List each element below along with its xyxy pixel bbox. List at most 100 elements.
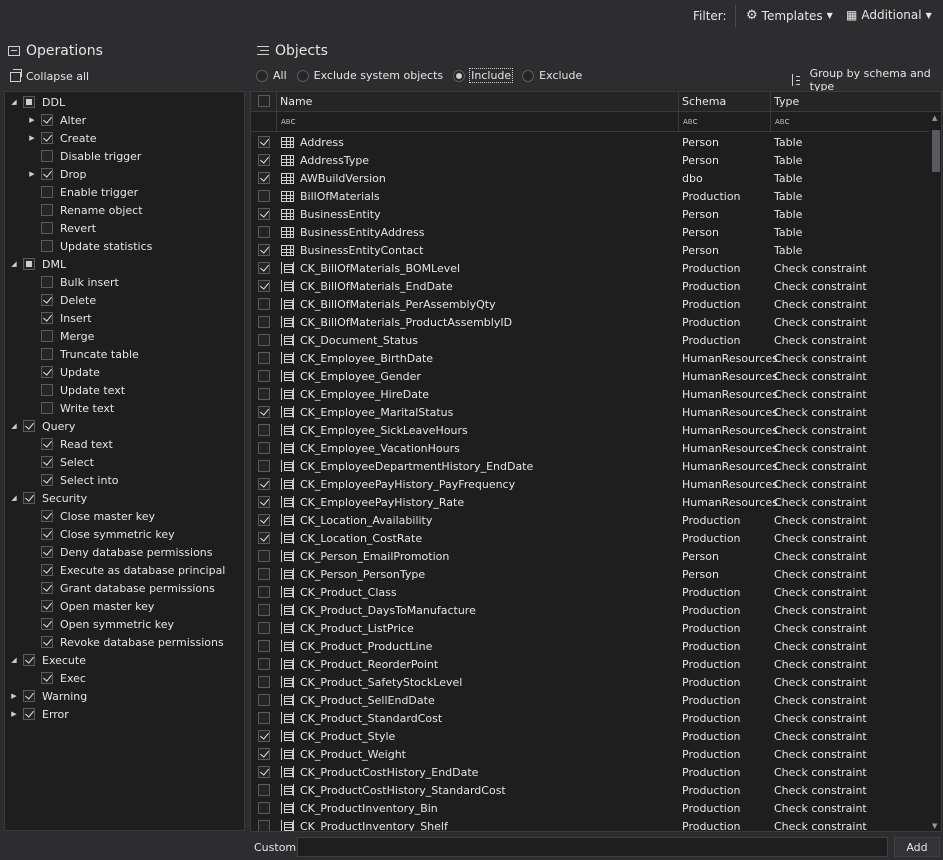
- tree-node[interactable]: Read text: [27, 435, 113, 453]
- tree-checkbox[interactable]: [41, 240, 53, 252]
- row-checkbox[interactable]: [258, 586, 270, 598]
- table-row[interactable]: CK_EmployeePayHistory_Rate HumanResources…: [251, 493, 929, 511]
- row-checkbox[interactable]: [258, 424, 270, 436]
- table-row[interactable]: CK_ProductInventory_Shelf Production Check…: [251, 817, 929, 831]
- table-row[interactable]: CK_Product_ListPrice Production Check cons…: [251, 619, 929, 637]
- tree-checkbox[interactable]: [41, 114, 53, 126]
- tree-checkbox[interactable]: [23, 708, 35, 720]
- row-checkbox[interactable]: [258, 388, 270, 400]
- row-checkbox[interactable]: [258, 406, 270, 418]
- select-all-checkbox[interactable]: [258, 95, 270, 107]
- table-row[interactable]: AWBuildVersion dbo Table: [251, 169, 929, 187]
- table-row[interactable]: CK_BillOfMaterials_BOMLevel Production Che…: [251, 259, 929, 277]
- row-checkbox[interactable]: [258, 730, 270, 742]
- table-row[interactable]: BusinessEntityContact Person Table: [251, 241, 929, 259]
- tree-node[interactable]: Update statistics: [27, 237, 152, 255]
- row-checkbox[interactable]: [258, 298, 270, 310]
- row-checkbox[interactable]: [258, 550, 270, 562]
- name-filter-icon[interactable]: ABC: [281, 112, 296, 131]
- row-checkbox[interactable]: [258, 442, 270, 454]
- tree-checkbox[interactable]: [41, 366, 53, 378]
- tree-checkbox[interactable]: [41, 168, 53, 180]
- row-checkbox[interactable]: [258, 514, 270, 526]
- tree-node[interactable]: Open master key: [27, 597, 154, 615]
- tree-node[interactable]: ◢ Execute: [9, 651, 86, 669]
- tree-node[interactable]: ▶ Warning: [9, 687, 87, 705]
- tree-checkbox[interactable]: [41, 528, 53, 540]
- table-row[interactable]: CK_Document_Status Production Check constr…: [251, 331, 929, 349]
- tree-node[interactable]: Rename object: [27, 201, 143, 219]
- tree-node[interactable]: Update text: [27, 381, 125, 399]
- tree-node[interactable]: Close symmetric key: [27, 525, 175, 543]
- table-row[interactable]: CK_BillOfMaterials_PerAssemblyQty Product…: [251, 295, 929, 313]
- tree-checkbox[interactable]: [23, 492, 35, 504]
- table-row[interactable]: CK_Employee_VacationHours HumanResources C…: [251, 439, 929, 457]
- tree-checkbox[interactable]: [41, 600, 53, 612]
- table-row[interactable]: CK_BillOfMaterials_ProductAssemblyID Prod…: [251, 313, 929, 331]
- table-row[interactable]: CK_Person_PersonType Person Check constrai…: [251, 565, 929, 583]
- tree-node[interactable]: Select: [27, 453, 94, 471]
- tree-checkbox[interactable]: [41, 294, 53, 306]
- tree-node[interactable]: Write text: [27, 399, 114, 417]
- expand-open-icon[interactable]: ◢: [9, 656, 19, 664]
- row-checkbox[interactable]: [258, 226, 270, 238]
- row-checkbox[interactable]: [258, 784, 270, 796]
- expand-open-icon[interactable]: ◢: [9, 260, 19, 268]
- expand-closed-icon[interactable]: ▶: [27, 170, 37, 178]
- row-checkbox[interactable]: [258, 316, 270, 328]
- table-row[interactable]: CK_Product_ProductLine Production Check co…: [251, 637, 929, 655]
- tree-node[interactable]: Select into: [27, 471, 119, 489]
- tree-checkbox[interactable]: [41, 348, 53, 360]
- tree-checkbox[interactable]: [41, 474, 53, 486]
- scroll-down-icon[interactable]: ▼: [932, 822, 937, 830]
- group-by-button[interactable]: Group by schema and type: [792, 67, 943, 93]
- table-row[interactable]: CK_Location_Availability Production Check …: [251, 511, 929, 529]
- scope-radio[interactable]: Exclude: [522, 69, 582, 82]
- radio-button[interactable]: [296, 69, 309, 82]
- table-row[interactable]: CK_Employee_SickLeaveHours HumanResources…: [251, 421, 929, 439]
- tree-node[interactable]: Merge: [27, 327, 94, 345]
- table-row[interactable]: CK_EmployeePayHistory_PayFrequency HumanR…: [251, 475, 929, 493]
- tree-node[interactable]: Revert: [27, 219, 96, 237]
- tree-node[interactable]: ▶ Error: [9, 705, 69, 723]
- row-checkbox[interactable]: [258, 208, 270, 220]
- table-row[interactable]: CK_Product_Class Production Check constrai…: [251, 583, 929, 601]
- table-row[interactable]: CK_Product_SellEndDate Production Check co…: [251, 691, 929, 709]
- expand-closed-icon[interactable]: ▶: [9, 710, 19, 718]
- tree-checkbox[interactable]: [41, 132, 53, 144]
- row-checkbox[interactable]: [258, 532, 270, 544]
- tree-checkbox[interactable]: [41, 438, 53, 450]
- radio-button[interactable]: [522, 69, 535, 82]
- scope-radio[interactable]: Exclude system objects: [296, 69, 443, 82]
- schema-filter-icon[interactable]: ABC: [683, 112, 698, 131]
- row-checkbox[interactable]: [258, 496, 270, 508]
- row-checkbox[interactable]: [258, 712, 270, 724]
- tree-node[interactable]: ▶ Create: [27, 129, 96, 147]
- tree-node[interactable]: Execute as database principal: [27, 561, 225, 579]
- table-row[interactable]: CK_Employee_HireDate HumanResources Check …: [251, 385, 929, 403]
- table-row[interactable]: CK_Product_Style Production Check constrai…: [251, 727, 929, 745]
- expand-closed-icon[interactable]: ▶: [27, 134, 37, 142]
- expand-open-icon[interactable]: ◢: [9, 422, 19, 430]
- table-row[interactable]: CK_Employee_Gender HumanResources Check co…: [251, 367, 929, 385]
- row-checkbox[interactable]: [258, 820, 270, 831]
- row-checkbox[interactable]: [258, 694, 270, 706]
- column-header-name[interactable]: Name: [280, 92, 312, 111]
- table-row[interactable]: CK_ProductInventory_Bin Production Check c…: [251, 799, 929, 817]
- tree-node[interactable]: Grant database permissions: [27, 579, 215, 597]
- tree-node[interactable]: Deny database permissions: [27, 543, 213, 561]
- table-row[interactable]: BillOfMaterials Production Table: [251, 187, 929, 205]
- table-row[interactable]: BusinessEntity Person Table: [251, 205, 929, 223]
- tree-checkbox[interactable]: [41, 150, 53, 162]
- tree-checkbox[interactable]: [23, 96, 35, 108]
- tree-checkbox[interactable]: [41, 384, 53, 396]
- tree-node[interactable]: Exec: [27, 669, 86, 687]
- expand-closed-icon[interactable]: ▶: [9, 692, 19, 700]
- radio-button[interactable]: [256, 69, 268, 82]
- row-checkbox[interactable]: [258, 478, 270, 490]
- table-row[interactable]: AddressType Person Table: [251, 151, 929, 169]
- table-row[interactable]: CK_EmployeeDepartmentHistory_EndDate Huma…: [251, 457, 929, 475]
- column-header-schema[interactable]: Schema: [682, 92, 726, 111]
- row-checkbox[interactable]: [258, 460, 270, 472]
- tree-node[interactable]: Update: [27, 363, 100, 381]
